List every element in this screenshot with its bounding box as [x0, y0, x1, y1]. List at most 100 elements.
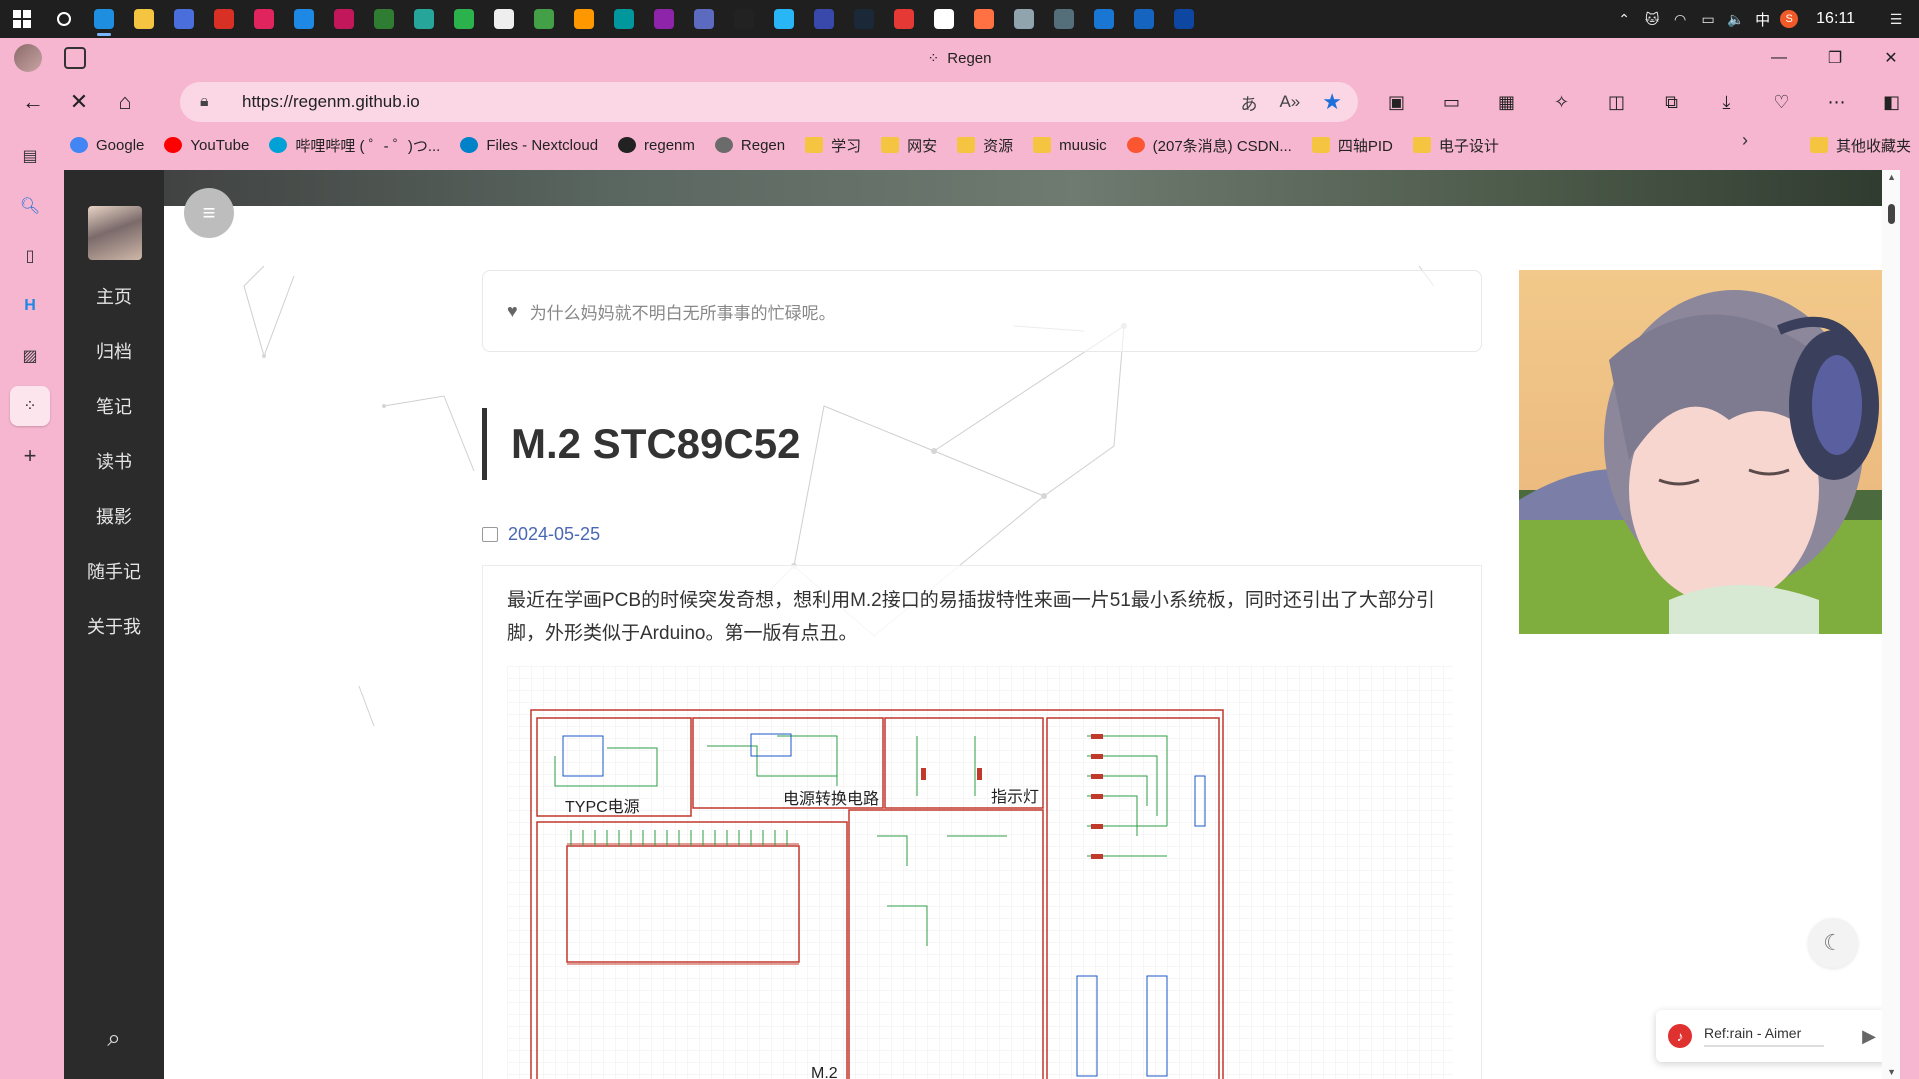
- post-title-text[interactable]: M.2 STC89C52: [511, 420, 800, 468]
- scroll-thumb[interactable]: [1888, 204, 1895, 224]
- read-aloud-icon[interactable]: A»: [1279, 92, 1300, 112]
- app-icon-3[interactable]: [167, 0, 201, 38]
- new-tab-plus-icon[interactable]: +: [10, 436, 50, 476]
- other-bookmarks[interactable]: 其他收藏夹: [1809, 126, 1911, 164]
- edge-icon[interactable]: [87, 0, 121, 38]
- bookmark-item[interactable]: 学习: [795, 130, 871, 160]
- post-title[interactable]: M.2 STC89C52: [482, 408, 800, 480]
- site-nav-item[interactable]: 摄影: [64, 488, 164, 543]
- bookmarks-overflow-chevron-icon[interactable]: ›: [1742, 130, 1748, 151]
- play-icon[interactable]: ▶: [1862, 1026, 1876, 1047]
- site-nav-item[interactable]: 笔记: [64, 378, 164, 433]
- notepad-icon[interactable]: [487, 0, 521, 38]
- chevron-up-icon[interactable]: ⌃: [1615, 10, 1633, 28]
- more-options-icon[interactable]: ⋯: [1809, 78, 1864, 126]
- downloads-icon[interactable]: ⤓: [1699, 78, 1754, 126]
- wifi-icon[interactable]: ◠: [1671, 10, 1689, 28]
- stop-loading-button[interactable]: ✕: [56, 82, 102, 122]
- sidebar-anime-illustration[interactable]: [1519, 270, 1890, 634]
- app-icon-18[interactable]: [767, 0, 801, 38]
- steam-icon[interactable]: [847, 0, 881, 38]
- qr-code-icon[interactable]: ▦: [1479, 78, 1534, 126]
- app-icon-24[interactable]: [1007, 0, 1041, 38]
- mobaxterm-icon[interactable]: [1087, 0, 1121, 38]
- sidebar-toggle-icon[interactable]: ◧: [1864, 78, 1919, 126]
- close-window-button[interactable]: ✕: [1863, 38, 1919, 78]
- lock-icon[interactable]: 🔒︎: [200, 93, 224, 111]
- wechat-icon[interactable]: [447, 0, 481, 38]
- onedrive-icon[interactable]: [1127, 0, 1161, 38]
- split-screen-icon[interactable]: ◫: [1589, 78, 1644, 126]
- restore-button[interactable]: ❐: [1807, 38, 1863, 78]
- url-text[interactable]: https://regenm.github.io: [242, 92, 420, 112]
- h-tab-icon[interactable]: H: [10, 286, 50, 326]
- qq-icon[interactable]: [727, 0, 761, 38]
- app-icon-7[interactable]: [327, 0, 361, 38]
- image-tab-icon[interactable]: ▨: [10, 336, 50, 376]
- bookmark-item[interactable]: regenm: [608, 130, 705, 160]
- schematic-image[interactable]: TYPC电源 电源转换电路 指示灯 M.2: [507, 666, 1453, 1079]
- vertical-tabs-icon[interactable]: ▤: [10, 136, 50, 176]
- address-bar[interactable]: 🔒︎ https://regenm.github.io あ A» ★: [180, 82, 1358, 122]
- bookmark-item[interactable]: 资源: [947, 130, 1023, 160]
- app-icon-9[interactable]: [407, 0, 441, 38]
- regen-tab-icon[interactable]: ⁘: [10, 386, 50, 426]
- bookmark-item[interactable]: 四轴PID: [1302, 130, 1403, 160]
- xmind-icon[interactable]: [247, 0, 281, 38]
- app-icon-23[interactable]: [967, 0, 1001, 38]
- bookmark-item[interactable]: Files - Nextcloud: [450, 130, 608, 160]
- document-tab-icon[interactable]: ▯: [10, 236, 50, 276]
- cat-icon[interactable]: 🐱: [1643, 10, 1661, 28]
- app-icon-25[interactable]: [1047, 0, 1081, 38]
- home-button[interactable]: ⌂: [102, 82, 148, 122]
- menu-toggle-button[interactable]: ≡: [184, 188, 234, 238]
- notification-icon[interactable]: ☰: [1887, 10, 1905, 28]
- scroll-down-arrow-icon[interactable]: ▼: [1887, 1067, 1896, 1077]
- performance-icon[interactable]: ♡: [1754, 78, 1809, 126]
- track-progress-bar[interactable]: [1704, 1045, 1824, 1047]
- favorite-star-icon[interactable]: ★: [1322, 89, 1342, 115]
- site-nav-item[interactable]: 关于我: [64, 598, 164, 653]
- collections-icon[interactable]: ⧉: [1644, 78, 1699, 126]
- site-nav-item[interactable]: 归档: [64, 323, 164, 378]
- windows-start-icon[interactable]: [0, 0, 44, 38]
- scroll-up-arrow-icon[interactable]: ▲: [1887, 172, 1896, 182]
- qt-icon[interactable]: [367, 0, 401, 38]
- translate-icon[interactable]: あ: [1240, 90, 1257, 115]
- app-icon-12[interactable]: [527, 0, 561, 38]
- arduino-icon[interactable]: [607, 0, 641, 38]
- music-player[interactable]: ♪ Ref:rain - Aimer ▶: [1656, 1010, 1890, 1062]
- tab-actions-icon[interactable]: [64, 47, 86, 69]
- ime-indicator[interactable]: 中: [1755, 9, 1770, 30]
- minimize-button[interactable]: —: [1751, 38, 1807, 78]
- back-button[interactable]: ←: [10, 82, 56, 122]
- bookmark-item[interactable]: 网安: [871, 130, 947, 160]
- volume-icon[interactable]: 🔈: [1727, 10, 1745, 28]
- site-nav-item[interactable]: 随手记: [64, 543, 164, 598]
- dark-mode-toggle-icon[interactable]: ☾: [1808, 918, 1858, 968]
- bookmark-item[interactable]: YouTube: [154, 130, 259, 160]
- bookmark-item[interactable]: (207条消息) CSDN...: [1117, 130, 1302, 160]
- site-search-icon[interactable]: ⌕: [94, 1019, 134, 1059]
- site-avatar[interactable]: [88, 206, 142, 260]
- app-icon-28[interactable]: [1167, 0, 1201, 38]
- wps-icon[interactable]: [207, 0, 241, 38]
- file-explorer-icon[interactable]: [127, 0, 161, 38]
- extension-icon-1[interactable]: ▣: [1369, 78, 1424, 126]
- bookmark-item[interactable]: muusic: [1023, 130, 1117, 160]
- clock[interactable]: 16:11: [1816, 10, 1855, 28]
- bookmark-item[interactable]: Google: [60, 130, 154, 160]
- typora-icon[interactable]: [927, 0, 961, 38]
- site-nav-item[interactable]: 读书: [64, 433, 164, 488]
- page-scrollbar[interactable]: ▲ ▼: [1882, 170, 1900, 1079]
- bookmark-item[interactable]: Regen: [705, 130, 795, 160]
- bookmark-item[interactable]: 电子设计: [1403, 130, 1509, 160]
- app-icon-19[interactable]: [807, 0, 841, 38]
- app-icon-13[interactable]: [567, 0, 601, 38]
- netease-music-icon[interactable]: [887, 0, 921, 38]
- battery-icon[interactable]: ▭: [1699, 10, 1717, 28]
- profile-avatar[interactable]: [14, 44, 42, 72]
- search-tab-icon[interactable]: 🔍︎: [10, 186, 50, 226]
- app-icon-16[interactable]: [687, 0, 721, 38]
- sogou-icon[interactable]: S: [1780, 10, 1799, 28]
